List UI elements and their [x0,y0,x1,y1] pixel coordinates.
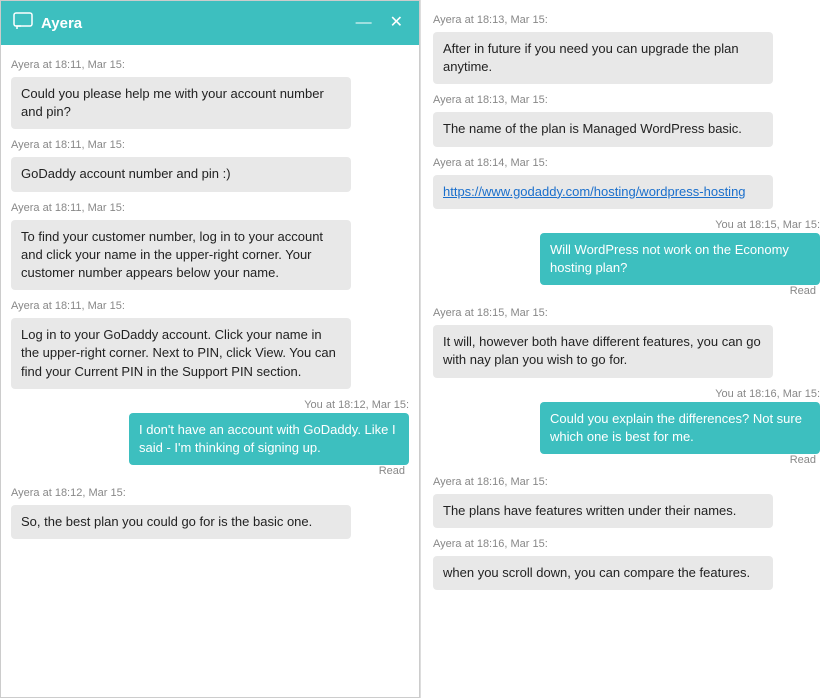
message-read-status: Read [379,465,405,477]
message-link[interactable]: https://www.godaddy.com/hosting/wordpres… [443,184,746,199]
agent-message-bubble: GoDaddy account number and pin :) [11,157,351,191]
message-timestamp: Ayera at 18:16, Mar 15: [433,538,820,550]
agent-message-bubble: The name of the plan is Managed WordPres… [433,112,773,146]
left-messages-area: Ayera at 18:11, Mar 15: Could you please … [1,45,419,697]
agent-message-bubble: After in future if you need you can upgr… [433,32,773,84]
chat-header-controls: — ✕ [352,15,407,31]
agent-message-bubble: So, the best plan you could go for is th… [11,505,351,539]
message-timestamp: Ayera at 18:13, Mar 15: [433,94,820,106]
agent-message-bubble: Log in to your GoDaddy account. Click yo… [11,318,351,389]
message-timestamp: Ayera at 18:11, Mar 15: [11,59,409,71]
message-timestamp: Ayera at 18:16, Mar 15: [433,476,820,488]
message-read-status: Read [790,454,816,466]
message-timestamp: Ayera at 18:11, Mar 15: [11,202,409,214]
chat-title: Ayera [41,15,82,32]
chat-right-panel: Ayera at 18:13, Mar 15: After in future i… [420,0,832,698]
message-timestamp: You at 18:16, Mar 15: [715,388,820,400]
user-message-bubble: I don't have an account with GoDaddy. Li… [129,413,409,465]
user-message-bubble: Could you explain the differences? Not s… [540,402,820,454]
minimize-button[interactable]: — [352,15,376,31]
chat-header: Ayera — ✕ [1,1,419,45]
user-message-row: You at 18:16, Mar 15: Could you explain t… [433,382,820,466]
message-timestamp: You at 18:12, Mar 15: [304,399,409,411]
message-timestamp: Ayera at 18:12, Mar 15: [11,487,409,499]
agent-message-bubble: https://www.godaddy.com/hosting/wordpres… [433,175,773,209]
agent-message-bubble: It will, however both have different fea… [433,325,773,377]
message-timestamp: Ayera at 18:13, Mar 15: [433,14,820,26]
agent-message-bubble: when you scroll down, you can compare th… [433,556,773,590]
chat-header-left: Ayera [13,12,82,35]
message-timestamp: Ayera at 18:15, Mar 15: [433,307,820,319]
agent-message-bubble: Could you please help me with your accou… [11,77,351,129]
user-message-row: You at 18:12, Mar 15: I don't have an acc… [11,393,409,477]
message-timestamp: Ayera at 18:11, Mar 15: [11,139,409,151]
message-timestamp: You at 18:15, Mar 15: [715,219,820,231]
message-timestamp: Ayera at 18:14, Mar 15: [433,157,820,169]
message-timestamp: Ayera at 18:11, Mar 15: [11,300,409,312]
user-message-bubble: Will WordPress not work on the Economy h… [540,233,820,285]
agent-message-bubble: The plans have features written under th… [433,494,773,528]
message-read-status: Read [790,285,816,297]
chat-left-panel: Ayera — ✕ Ayera at 18:11, Mar 15: Could y… [0,0,420,698]
close-button[interactable]: ✕ [386,15,407,31]
left-messages-container: Ayera at 18:11, Mar 15: Could you please … [1,45,419,697]
agent-message-bubble: To find your customer number, log in to … [11,220,351,291]
user-message-row: You at 18:15, Mar 15: Will WordPress not … [433,213,820,297]
chat-icon [13,12,33,35]
